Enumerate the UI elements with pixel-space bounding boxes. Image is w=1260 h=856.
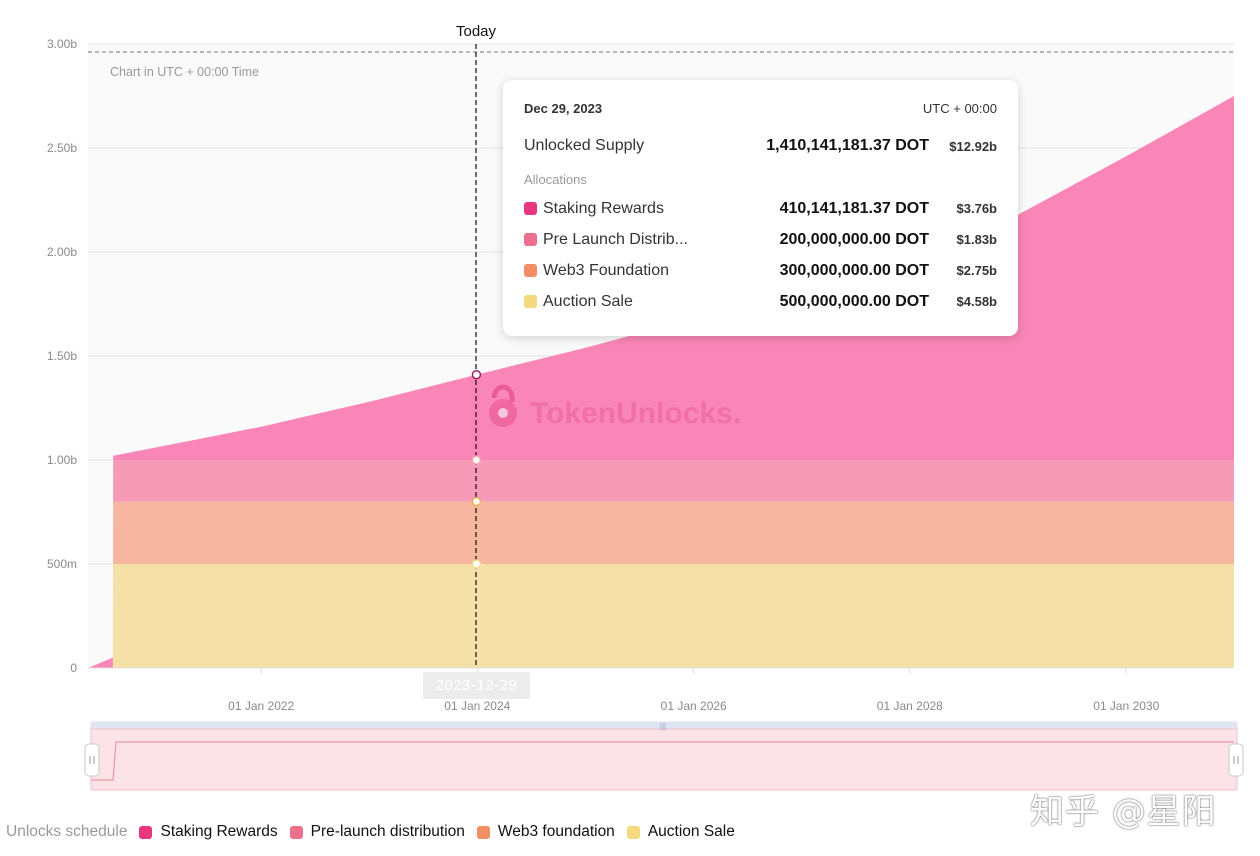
area-auction-sale — [88, 564, 1234, 668]
tooltip-date: Dec 29, 2023 — [524, 100, 603, 116]
swatch-icon — [289, 825, 303, 839]
chart-legend: Unlocks schedule Staking Rewards Pre-lau… — [6, 820, 747, 844]
navigator-left-handle[interactable] — [84, 743, 100, 777]
swatch-icon — [626, 825, 640, 839]
legend-item-label: Staking Rewards — [160, 823, 278, 840]
navigator-grip-icon[interactable]: ||| — [660, 722, 666, 731]
y-tick-label: 1.00b — [47, 453, 77, 467]
tooltip-item-label: Pre Launch Distrib... — [543, 230, 688, 248]
tooltip-item: Web3 Foundation 300,000,000.00 DOT $2.75… — [524, 255, 997, 286]
chart-tooltip: Dec 29, 2023 UTC + 00:00 Unlocked Supply… — [503, 80, 1018, 336]
tooltip-item: Auction Sale 500,000,000.00 DOT $4.58b — [524, 286, 997, 317]
y-tick-label: 3.00b — [47, 37, 77, 51]
legend-item-pre-launch[interactable]: Pre-launch distribution — [289, 823, 465, 841]
x-axis-ticks: 01 Jan 2022 01 Jan 2024 01 Jan 2026 01 Jan … — [88, 667, 1234, 713]
today-marker — [471, 496, 482, 507]
tooltip-item-label: Web3 Foundation — [543, 261, 670, 279]
selected-date-pill: 2023-12-29 — [423, 672, 530, 699]
navigator-right-handle[interactable] — [1228, 743, 1244, 777]
tooltip-allocations-list: Staking Rewards 410,141,181.37 DOT $3.76… — [524, 193, 997, 317]
tooltip-supply-amount: 1,410,141,181.37 DOT — [766, 137, 929, 154]
legend-item-staking-rewards[interactable]: Staking Rewards — [139, 823, 278, 841]
x-tick-label: 01 Jan 2022 — [228, 699, 294, 713]
tooltip-item-usd: $2.75b — [956, 263, 997, 278]
swatch-icon — [524, 233, 537, 246]
today-label: Today — [456, 23, 497, 40]
timezone-note: Chart in UTC + 00:00 Time — [110, 65, 259, 79]
tooltip-timezone: UTC + 00:00 — [922, 100, 997, 116]
tooltip-item: Staking Rewards 410,141,181.37 DOT $3.76… — [524, 193, 997, 224]
tooltip-supply-usd: $12.92b — [949, 138, 997, 154]
tooltip-allocations-title: Allocations — [524, 172, 587, 187]
y-tick-label: 0 — [70, 661, 77, 675]
tooltip-item: Pre Launch Distrib... 200,000,000.00 DOT… — [524, 224, 997, 255]
tooltip-supply-label: Unlocked Supply — [524, 137, 645, 154]
tooltip-header: Dec 29, 2023 UTC + 00:00 — [524, 98, 997, 118]
tooltip-item-usd: $4.58b — [956, 294, 997, 309]
x-tick-label: 01 Jan 2028 — [877, 699, 943, 713]
tooltip-item-amount: 500,000,000.00 DOT — [779, 292, 929, 310]
legend-item-web3-foundation[interactable]: Web3 foundation — [476, 823, 615, 841]
legend-item-label: Web3 foundation — [497, 823, 615, 840]
legend-item-label: Auction Sale — [647, 823, 735, 840]
tooltip-item-usd: $3.76b — [956, 201, 997, 216]
x-tick-label: 01 Jan 2030 — [1093, 699, 1159, 713]
swatch-icon — [524, 202, 537, 215]
navigator-selection[interactable] — [90, 728, 1238, 791]
today-marker — [471, 455, 482, 465]
tooltip-item-usd: $1.83b — [956, 232, 997, 247]
y-tick-label: 500m — [47, 557, 77, 571]
tooltip-item-amount: 200,000,000.00 DOT — [779, 230, 929, 248]
legend-item-label: Pre-launch distribution — [310, 823, 465, 840]
tooltip-item-label: Staking Rewards — [543, 199, 664, 217]
swatch-icon — [139, 825, 153, 839]
tooltip-item-amount: 410,141,181.37 DOT — [779, 199, 929, 217]
y-tick-label: 1.50b — [47, 349, 77, 363]
legend-item-auction-sale[interactable]: Auction Sale — [626, 823, 735, 841]
today-marker — [471, 559, 482, 569]
swatch-icon — [524, 264, 537, 277]
tooltip-item-label: Auction Sale — [543, 292, 633, 310]
watermark-text: TokenUnlocks. — [530, 397, 741, 430]
legend-title: Unlocks schedule — [6, 823, 128, 840]
today-marker — [471, 369, 482, 380]
y-axis-ticks: 0 500m 1.00b 1.50b 2.00b 2.50b 3.00b — [47, 37, 77, 675]
tooltip-supply-row: Unlocked Supply 1,410,141,181.37 DOT $12… — [524, 135, 997, 157]
swatch-icon — [524, 295, 537, 308]
x-tick-label: 01 Jan 2026 — [661, 699, 727, 713]
y-tick-label: 2.50b — [47, 141, 77, 155]
tooltip-item-amount: 300,000,000.00 DOT — [779, 261, 929, 279]
brand-watermark: 知乎 @星阳 — [1030, 792, 1217, 832]
range-navigator[interactable]: ||| — [84, 721, 1244, 791]
y-tick-label: 2.00b — [47, 245, 77, 259]
swatch-icon — [476, 825, 490, 839]
x-tick-label: 01 Jan 2024 — [444, 699, 510, 713]
